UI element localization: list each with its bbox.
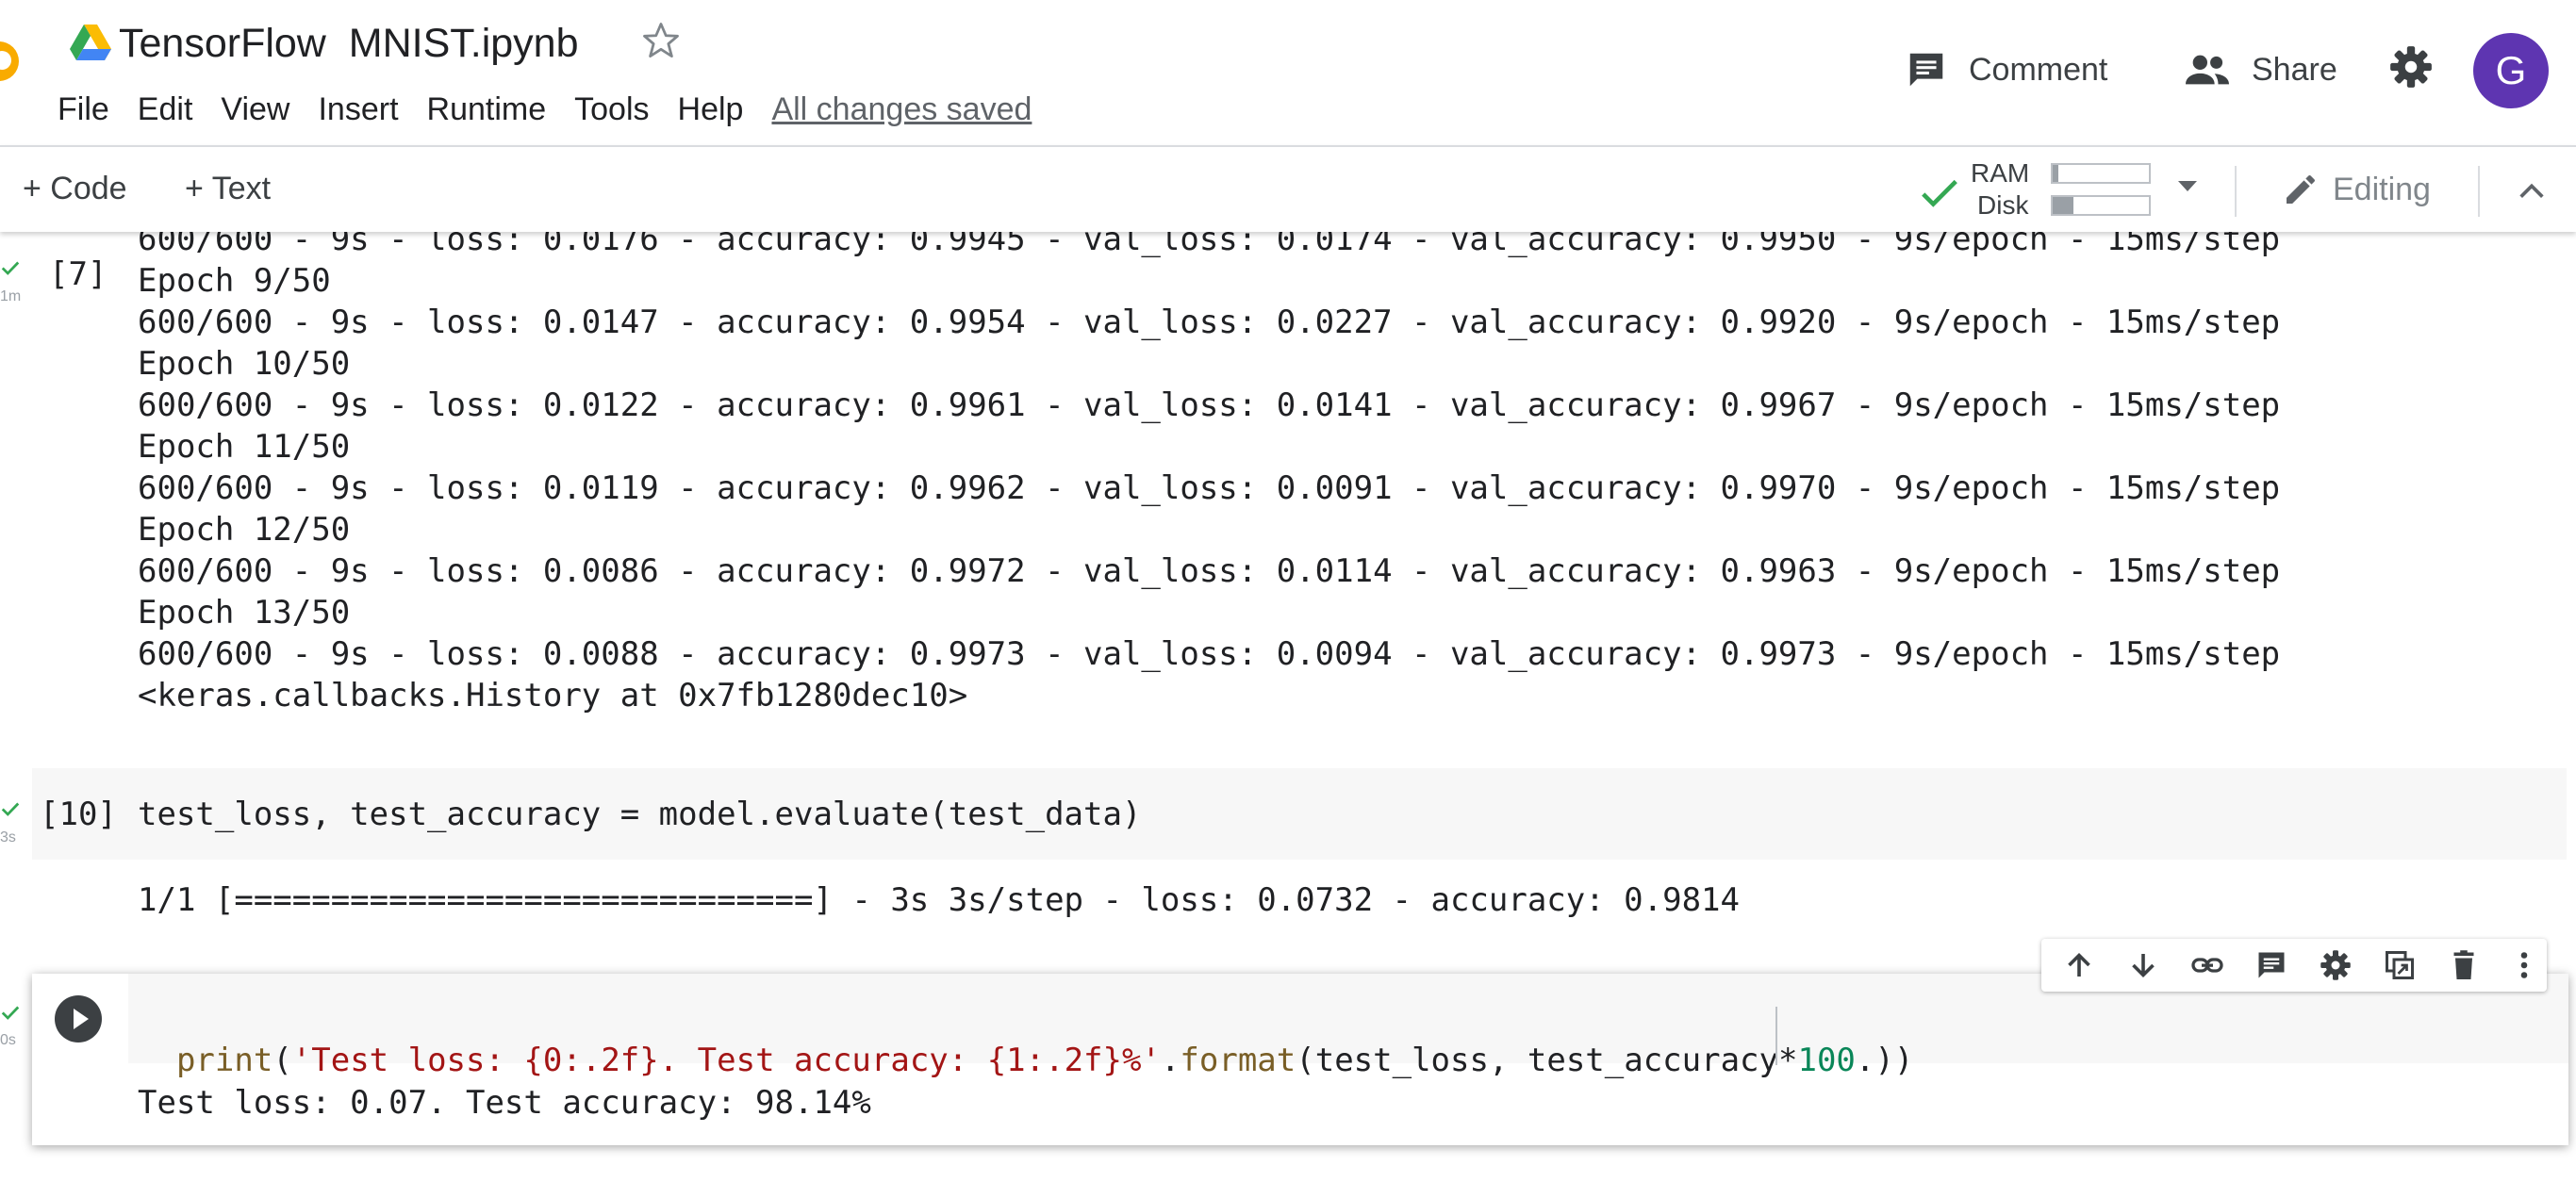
ram-label: RAM: [1971, 158, 2030, 188]
disk-label: Disk: [1977, 190, 2029, 220]
output-line: 600/600 - 9s - loss: 0.0119 - accuracy: …: [138, 469, 2281, 507]
code-token: .)): [1855, 1042, 1914, 1079]
add-code-button[interactable]: + Code: [23, 168, 127, 209]
menu-tools[interactable]: Tools: [574, 89, 649, 130]
output-line: 600/600 - 9s - loss: 0.0122 - accuracy: …: [138, 386, 2281, 424]
menu-bar: File Edit View Insert Runtime Tools Help…: [58, 89, 1060, 130]
comment-icon: [1909, 53, 1943, 87]
share-label: Share: [2252, 51, 2337, 88]
notebook-title[interactable]: TensorFlow MNIST.ipynb: [119, 17, 579, 70]
menu-edit[interactable]: Edit: [138, 89, 193, 130]
editing-label: Editing: [2333, 171, 2431, 207]
execution-count: [7]: [49, 255, 107, 293]
menu-runtime[interactable]: Runtime: [427, 89, 547, 130]
code-token: .: [1160, 1042, 1181, 1079]
output-line: Epoch 11/50: [138, 428, 351, 466]
mirror-cell-icon[interactable]: [2383, 948, 2417, 982]
code-line[interactable]: print('Test loss: {0:.2f}. Test accuracy…: [138, 998, 1913, 1081]
menu-insert[interactable]: Insert: [318, 89, 398, 130]
code-token: format: [1180, 1042, 1296, 1079]
share-button[interactable]: Share: [2184, 43, 2337, 96]
output-line: Epoch 12/50: [138, 511, 351, 549]
cell-exec-time: 0s: [0, 1032, 16, 1048]
disk-usage-fill: [2053, 197, 2074, 214]
code-token: 'Test loss: {0:.2f}. Test accuracy: {1:.…: [291, 1042, 1161, 1079]
cell-exec-time: 1m: [0, 288, 22, 304]
chevron-up-icon[interactable]: [2516, 175, 2548, 207]
menu-help[interactable]: Help: [678, 89, 744, 130]
output-line: 600/600 - 9s - loss: 0.0088 - accuracy: …: [138, 635, 2281, 673]
run-cell-button[interactable]: [55, 995, 102, 1042]
move-cell-up-icon[interactable]: [2062, 948, 2096, 982]
cell-toolbar: [2041, 939, 2547, 992]
comment-label: Comment: [1969, 51, 2108, 88]
output-line: <keras.callbacks.History at 0x7fb1280dec…: [138, 677, 968, 714]
output-line: Epoch 9/50: [138, 262, 331, 300]
toolbar-divider: [2235, 166, 2237, 217]
comment-button[interactable]: Comment: [1905, 43, 2107, 96]
pencil-icon: [2287, 175, 2315, 204]
code-token: (: [272, 1042, 292, 1079]
move-cell-down-icon[interactable]: [2126, 948, 2160, 982]
output-line: 600/600 - 9s - loss: 0.0147 - accuracy: …: [138, 304, 2281, 341]
comment-icon[interactable]: [2254, 948, 2288, 982]
connected-check-icon[interactable]: [1918, 172, 1961, 215]
link-icon[interactable]: [2190, 948, 2224, 982]
cell-settings-gear-icon[interactable]: [2319, 948, 2353, 982]
settings-gear-icon[interactable]: [2387, 43, 2435, 90]
cell-success-check-icon: [1, 1006, 20, 1020]
star-icon[interactable]: [641, 21, 681, 60]
text-cursor: [1775, 1007, 1777, 1065]
save-status-link[interactable]: All changes saved: [771, 89, 1032, 130]
code-token: print: [175, 1042, 273, 1079]
cell-output-line: 1/1 [==============================] - 3…: [138, 881, 1740, 919]
google-drive-icon[interactable]: [70, 25, 111, 62]
cell-exec-time: 3s: [0, 829, 16, 845]
code-line[interactable]: test_loss, test_accuracy = model.evaluat…: [138, 794, 1141, 835]
colab-logo[interactable]: [0, 41, 19, 81]
ram-usage-fill: [2053, 165, 2059, 182]
code-token: 100: [1797, 1042, 1856, 1079]
execution-count: [10]: [40, 796, 117, 833]
add-text-button[interactable]: + Text: [185, 168, 271, 209]
menu-file[interactable]: File: [58, 89, 109, 130]
notebook-toolbar: + Code + Text RAM Disk Editing: [0, 145, 2576, 232]
disk-usage-bar[interactable]: [2051, 195, 2151, 216]
output-line: Epoch 10/50: [138, 345, 351, 383]
toolbar-divider: [2478, 166, 2480, 217]
output-line: 600/600 - 9s - loss: 0.0086 - accuracy: …: [138, 552, 2281, 590]
code-token: (test_loss, test_accuracy*: [1296, 1042, 1798, 1079]
cell-success-check-icon: [1, 261, 20, 275]
editing-mode-button[interactable]: Editing: [2282, 168, 2431, 211]
delete-trash-icon[interactable]: [2447, 948, 2481, 982]
account-avatar[interactable]: G: [2473, 33, 2549, 108]
people-icon: [2186, 55, 2229, 85]
ram-usage-bar[interactable]: [2051, 163, 2151, 184]
cell-success-check-icon: [1, 802, 20, 816]
app-header: TensorFlow MNIST.ipynb File Edit View In…: [0, 0, 2576, 144]
cell-output-line: Test loss: 0.07. Test accuracy: 98.14%: [138, 1084, 871, 1122]
more-options-icon[interactable]: [2507, 948, 2541, 982]
resources-dropdown-icon[interactable]: [2178, 181, 2197, 191]
output-line: Epoch 13/50: [138, 594, 351, 632]
menu-view[interactable]: View: [221, 89, 289, 130]
